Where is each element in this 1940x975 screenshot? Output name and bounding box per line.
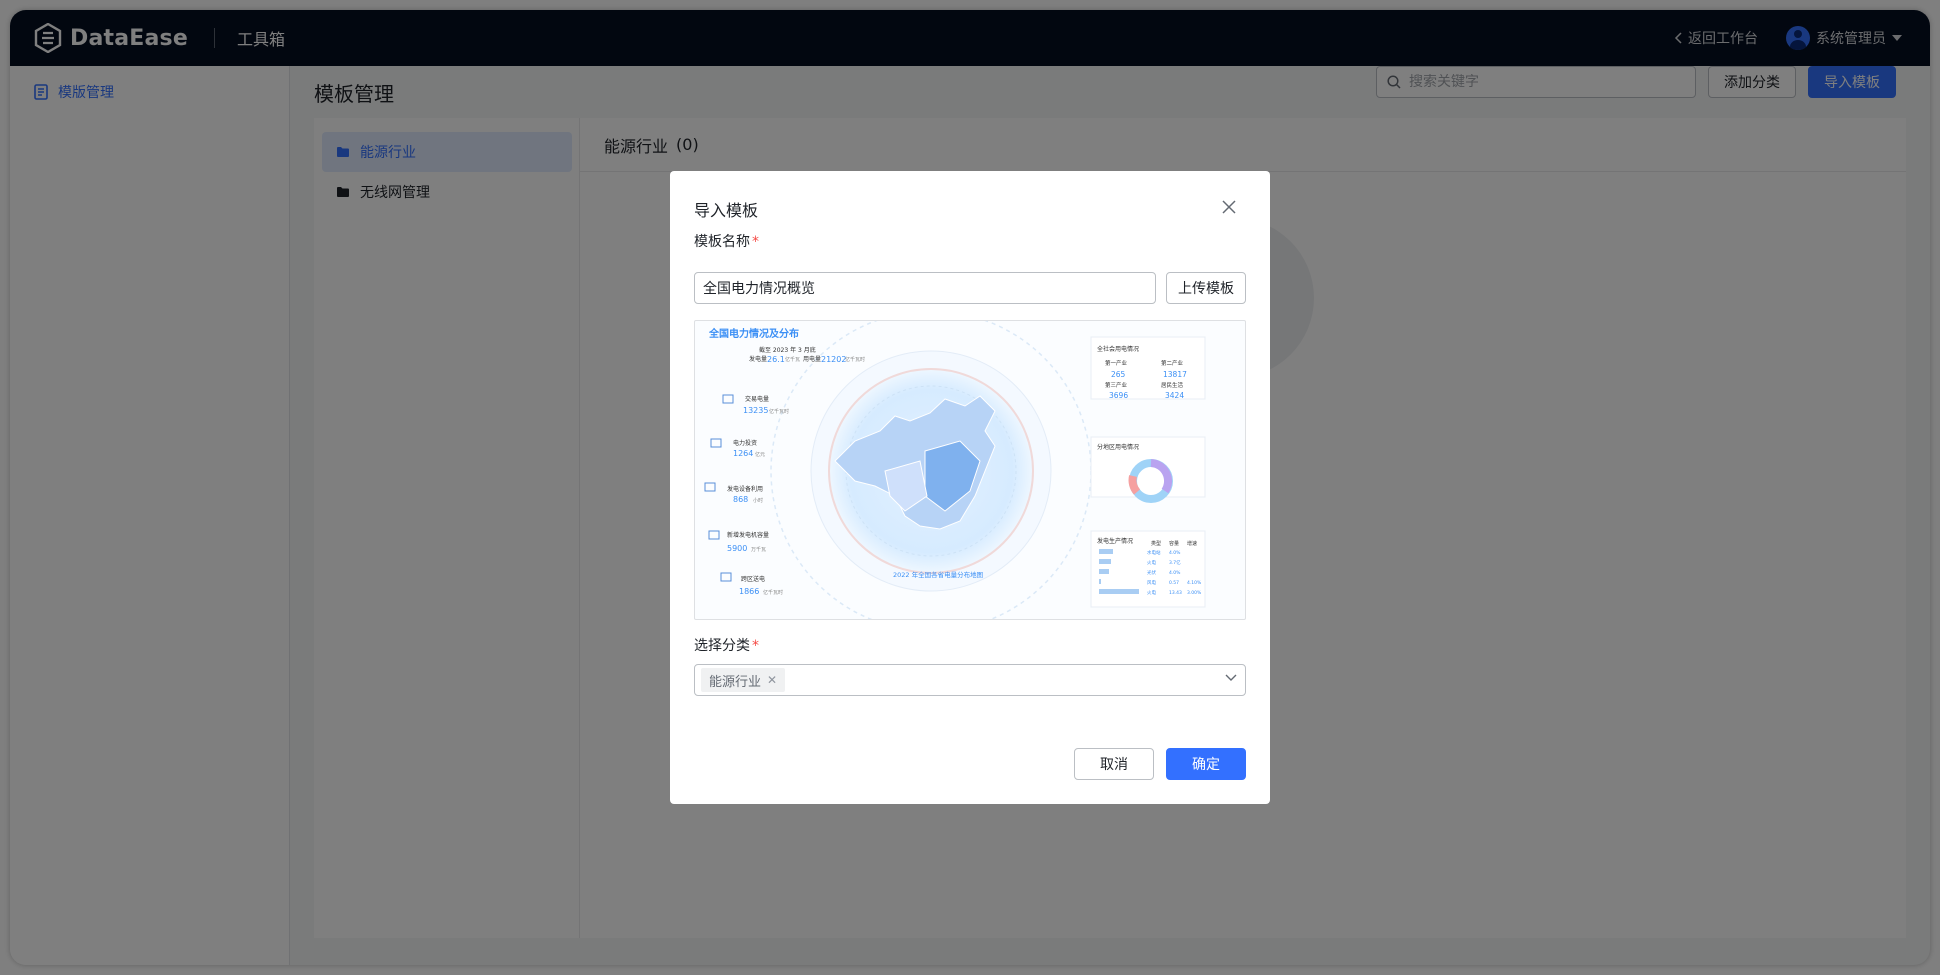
svg-text:13.43: 13.43 xyxy=(1169,590,1182,596)
template-name-input[interactable] xyxy=(694,272,1156,304)
chevron-down-icon xyxy=(1225,674,1237,681)
svg-text:5900: 5900 xyxy=(727,544,747,553)
preview-title: 全国电力情况及分布 xyxy=(708,327,799,340)
svg-text:分地区用电情况: 分地区用电情况 xyxy=(1097,443,1139,451)
import-template-dialog: 导入模板 模板名称* 上传模板 全国电力情 xyxy=(670,171,1270,804)
svg-text:13235: 13235 xyxy=(743,406,768,415)
tag-close-icon[interactable]: ✕ xyxy=(767,673,777,687)
preview-use-unit: 亿千瓦时 xyxy=(845,356,865,363)
svg-text:水电站: 水电站 xyxy=(1147,549,1161,556)
template-preview-image: 全国电力情况及分布 截至 2023 年 3 月底 发电量 26.1 亿千瓦 用电… xyxy=(694,320,1246,620)
preview-use-label: 用电量 xyxy=(803,355,821,363)
svg-text:跨区送电: 跨区送电 xyxy=(741,575,765,583)
svg-text:4.10%: 4.10% xyxy=(1187,580,1202,586)
svg-text:风电: 风电 xyxy=(1147,579,1156,586)
svg-text:第一产业: 第一产业 xyxy=(1105,359,1128,367)
svg-text:265: 265 xyxy=(1111,370,1126,379)
upload-template-button[interactable]: 上传模板 xyxy=(1166,272,1246,304)
preview-map-caption: 2022 年全国各省电量分布地图 xyxy=(893,570,983,579)
preview-gen-unit: 亿千瓦 xyxy=(785,356,800,363)
svg-text:容量: 容量 xyxy=(1169,540,1179,547)
svg-text:1866: 1866 xyxy=(739,587,759,596)
svg-text:1264: 1264 xyxy=(733,449,753,458)
svg-text:居民生活: 居民生活 xyxy=(1161,381,1184,389)
svg-text:第三产业: 第三产业 xyxy=(1105,381,1128,389)
svg-text:亿千瓦时: 亿千瓦时 xyxy=(763,589,783,596)
svg-text:868: 868 xyxy=(733,495,748,504)
svg-text:发电设备利用: 发电设备利用 xyxy=(727,485,763,493)
svg-text:类型: 类型 xyxy=(1151,540,1161,547)
category-select-label: 选择分类 * xyxy=(694,638,759,654)
preview-metric: 交易电量 13235 亿千瓦时 xyxy=(722,394,789,415)
category-select[interactable]: 能源行业 ✕ xyxy=(694,664,1246,696)
preview-metric: 电力投资 1264 亿元 xyxy=(710,438,765,458)
template-name-label: 模板名称 * xyxy=(694,234,759,250)
confirm-button[interactable]: 确定 xyxy=(1166,748,1246,780)
svg-text:4.0%: 4.0% xyxy=(1169,570,1181,576)
svg-text:亿千瓦时: 亿千瓦时 xyxy=(769,408,789,415)
svg-text:第二产业: 第二产业 xyxy=(1161,359,1184,367)
svg-text:新增发电机容量: 新增发电机容量 xyxy=(727,531,769,539)
preview-metric: 跨区送电 1866 亿千瓦时 xyxy=(720,572,783,596)
svg-text:电力投资: 电力投资 xyxy=(733,439,757,447)
tag-label: 能源行业 xyxy=(709,674,762,690)
preview-deadline: 截至 2023 年 3 月底 xyxy=(759,346,816,354)
svg-text:3.00%: 3.00% xyxy=(1187,590,1202,596)
svg-text:交易电量: 交易电量 xyxy=(745,395,769,403)
cancel-button[interactable]: 取消 xyxy=(1074,748,1154,780)
svg-text:增速: 增速 xyxy=(1187,540,1197,547)
selected-category-tag: 能源行业 ✕ xyxy=(701,668,786,692)
svg-text:13817: 13817 xyxy=(1163,370,1187,379)
preview-gen-label: 发电量 xyxy=(749,355,767,363)
svg-text:亿元: 亿元 xyxy=(755,451,765,458)
svg-text:小时: 小时 xyxy=(753,497,763,504)
svg-text:3.7亿: 3.7亿 xyxy=(1169,559,1181,566)
preview-gen-value: 26.1 xyxy=(767,355,785,364)
svg-text:火电: 火电 xyxy=(1147,589,1156,596)
dialog-title: 导入模板 xyxy=(694,201,759,220)
svg-text:3424: 3424 xyxy=(1165,391,1184,400)
preview-metric: 新增发电机容量 5900 万千瓦 xyxy=(708,530,769,553)
svg-text:火电: 火电 xyxy=(1147,559,1156,566)
svg-text:发电生产情况: 发电生产情况 xyxy=(1097,537,1133,545)
preview-use-value: 21202 xyxy=(821,355,846,364)
close-icon[interactable] xyxy=(1222,199,1236,218)
svg-text:全社会用电情况: 全社会用电情况 xyxy=(1097,345,1139,353)
svg-text:3696: 3696 xyxy=(1109,391,1128,400)
svg-text:万千瓦: 万千瓦 xyxy=(751,546,766,553)
svg-text:光伏: 光伏 xyxy=(1147,569,1156,576)
preview-metric: 发电设备利用 868 小时 xyxy=(704,482,763,504)
svg-text:4.0%: 4.0% xyxy=(1169,550,1181,556)
svg-text:0.57: 0.57 xyxy=(1169,580,1179,586)
